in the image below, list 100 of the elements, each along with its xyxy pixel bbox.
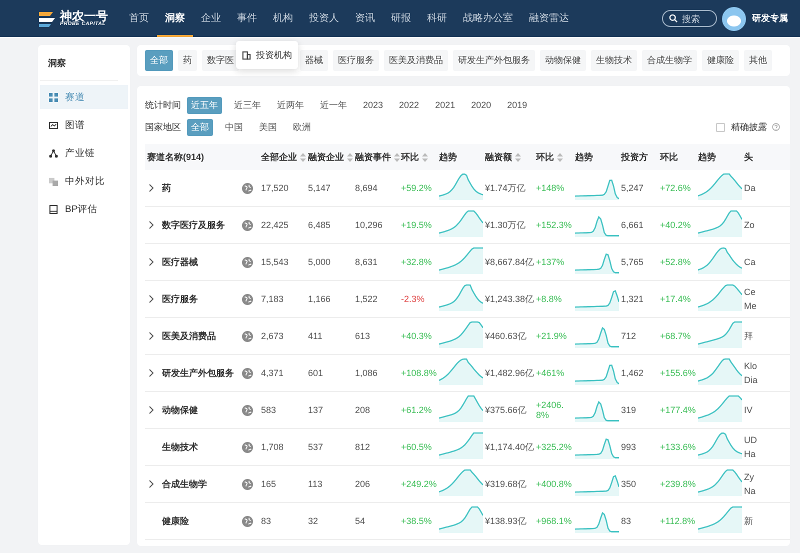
- nav-item[interactable]: 投资人: [301, 0, 347, 37]
- globe-icon[interactable]: [242, 442, 253, 452]
- filter-option[interactable]: 美国: [255, 118, 281, 136]
- chevron-right-icon[interactable]: [149, 184, 154, 192]
- globe-icon[interactable]: [242, 404, 253, 416]
- sort-icon[interactable]: [557, 152, 563, 162]
- search-field[interactable]: 搜索: [662, 10, 717, 27]
- sort-icon[interactable]: [347, 152, 353, 162]
- column-header[interactable]: 融资额: [485, 150, 521, 164]
- category-tag[interactable]: 器械: [300, 50, 328, 71]
- category-tag[interactable]: 数字医: [202, 50, 239, 71]
- filter-option[interactable]: 近三年: [230, 96, 265, 114]
- nav-item[interactable]: 首页: [121, 0, 157, 37]
- filter-option[interactable]: 中国: [221, 118, 247, 136]
- globe-icon[interactable]: [242, 220, 253, 230]
- filter-option[interactable]: 2022: [395, 98, 424, 112]
- nav-item[interactable]: 事件: [229, 0, 265, 37]
- category-tag[interactable]: 生物技术: [591, 50, 637, 71]
- table-cell-text: 137: [308, 405, 324, 415]
- table-cell-text: 新: [744, 515, 754, 528]
- filter-option[interactable]: 2019: [503, 98, 532, 112]
- menu-item[interactable]: 投资机构: [242, 45, 292, 65]
- nav-item[interactable]: 资讯: [347, 0, 383, 37]
- sort-icon[interactable]: [300, 152, 306, 162]
- sector-name[interactable]: 动物保健: [162, 404, 198, 416]
- nav-item[interactable]: 融资雷达: [521, 0, 577, 37]
- column-header[interactable]: 环比: [401, 150, 428, 164]
- sparkline: [439, 247, 483, 275]
- filter-option[interactable]: 2021: [431, 98, 460, 112]
- sparkline: [698, 358, 742, 386]
- category-tag[interactable]: 研发生产外包服务: [453, 50, 535, 71]
- filter-option[interactable]: 2023: [359, 98, 388, 112]
- category-tag[interactable]: 合成生物学: [642, 50, 697, 71]
- sidebar-item[interactable]: 图谱: [40, 113, 128, 137]
- nav-item[interactable]: 机构: [265, 0, 301, 37]
- sector-name[interactable]: 医美及消费品: [162, 330, 216, 342]
- sector-name[interactable]: 研发生产外包服务: [162, 366, 234, 380]
- category-tag[interactable]: 药: [178, 50, 197, 71]
- filter-option[interactable]: 欧洲: [289, 118, 315, 136]
- chevron-right-icon[interactable]: [149, 406, 154, 414]
- globe-icon[interactable]: [242, 478, 253, 490]
- sort-icon[interactable]: [515, 152, 521, 162]
- chevron-right-icon[interactable]: [149, 295, 154, 303]
- avatar-icon[interactable]: [722, 6, 746, 30]
- sort-icon[interactable]: [422, 152, 428, 162]
- table-cell-text: 15,543: [261, 257, 290, 267]
- table-cell-text: Na: [744, 485, 757, 498]
- nav-item[interactable]: 科研: [419, 0, 455, 37]
- chevron-right-icon[interactable]: [149, 480, 154, 488]
- chevron-right-icon[interactable]: [149, 332, 154, 340]
- category-tag[interactable]: 医美及消费品: [384, 50, 448, 71]
- category-tag[interactable]: 健康险: [702, 50, 739, 71]
- sector-name[interactable]: 药: [162, 182, 171, 194]
- sparkline: [439, 358, 483, 386]
- change-cell-text: +68.7%: [660, 331, 692, 341]
- globe-icon[interactable]: [242, 516, 253, 526]
- globe-icon[interactable]: [242, 294, 253, 304]
- grid-icon: [49, 92, 58, 102]
- chevron-right-icon[interactable]: [149, 369, 154, 377]
- sector-name[interactable]: 医疗服务: [162, 292, 198, 306]
- user-name[interactable]: 研发专属: [752, 12, 788, 25]
- column-header[interactable]: 环比: [536, 150, 563, 164]
- globe-icon[interactable]: [242, 182, 253, 194]
- column-header[interactable]: 融资企业: [308, 150, 353, 164]
- globe-icon[interactable]: [242, 368, 253, 378]
- category-tag[interactable]: 其他: [744, 50, 772, 71]
- nav-item[interactable]: 战略办公室: [455, 0, 521, 37]
- filter-option[interactable]: 近一年: [316, 96, 351, 114]
- nav-item[interactable]: 洞察: [157, 0, 193, 37]
- globe-icon[interactable]: [242, 256, 253, 268]
- sector-name[interactable]: 合成生物学: [162, 478, 207, 490]
- table-cell-text: 5,247: [621, 183, 645, 193]
- column-header[interactable]: 融资事件: [355, 150, 400, 164]
- column-header[interactable]: 全部企业: [261, 150, 306, 164]
- table-cell-text: 拜: [744, 330, 754, 343]
- sector-name[interactable]: 健康险: [162, 514, 189, 528]
- sidebar-item[interactable]: 中外对比: [40, 169, 128, 193]
- filter-option[interactable]: 近两年: [273, 96, 308, 114]
- sector-name[interactable]: 数字医疗及服务: [162, 218, 225, 232]
- globe-icon[interactable]: [242, 330, 253, 342]
- nav-item[interactable]: 企业: [193, 0, 229, 37]
- sidebar-item[interactable]: 产业链: [40, 141, 128, 165]
- filter-option[interactable]: 2020: [467, 98, 496, 112]
- sector-name[interactable]: 医疗器械: [162, 256, 198, 268]
- chevron-right-icon[interactable]: [149, 221, 154, 229]
- checkbox[interactable]: [716, 122, 725, 132]
- table-cell-text: 54: [355, 516, 366, 526]
- sparkline: [698, 321, 742, 349]
- category-tag[interactable]: 动物保健: [540, 50, 586, 71]
- sort-icon[interactable]: [394, 152, 400, 162]
- nav-item[interactable]: 研报: [383, 0, 419, 37]
- table-cell-text: 6,661: [621, 220, 645, 230]
- sector-name[interactable]: 生物技术: [162, 440, 198, 454]
- chevron-right-icon[interactable]: [149, 258, 154, 266]
- document-icon: [49, 204, 58, 214]
- sidebar-item[interactable]: BP评估: [40, 197, 128, 221]
- category-tag[interactable]: 医疗服务: [333, 50, 379, 71]
- table-cell-text: 17,520: [261, 183, 290, 193]
- column-header: 赛道名称(914): [147, 150, 204, 164]
- help-icon[interactable]: [772, 123, 780, 131]
